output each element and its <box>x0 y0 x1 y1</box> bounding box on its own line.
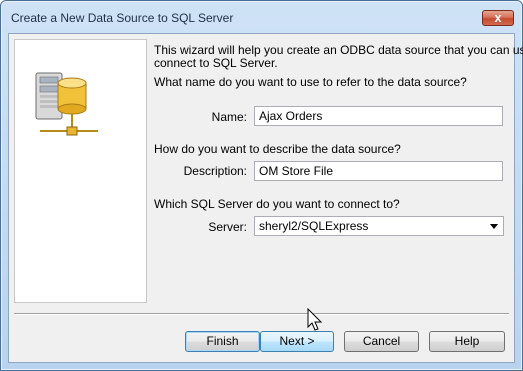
mouse-pointer-icon <box>307 307 327 332</box>
close-icon: x <box>494 10 502 25</box>
name-field[interactable]: Ajax Orders <box>254 106 503 126</box>
cancel-button[interactable]: Cancel <box>344 331 419 352</box>
chevron-down-icon[interactable] <box>487 219 501 233</box>
help-button[interactable]: Help <box>429 331 505 352</box>
close-button[interactable]: x <box>482 10 514 26</box>
intro-text-line1: This wizard will help you create an ODBC… <box>154 43 523 57</box>
separator-line <box>14 313 509 315</box>
dialog-client-area: This wizard will help you create an ODBC… <box>8 33 523 363</box>
server-combobox[interactable]: sheryl2/SQLExpress <box>254 216 504 236</box>
server-combobox-value: sheryl2/SQLExpress <box>259 219 369 233</box>
description-field-value: OM Store File <box>259 164 334 178</box>
dialog-window: Create a New Data Source to SQL Server x <box>0 0 523 371</box>
window-title: Create a New Data Source to SQL Server <box>11 11 234 25</box>
intro-text-line2: connect to SQL Server. <box>154 56 278 70</box>
description-label: Description: <box>183 164 247 178</box>
database-server-icon <box>32 65 102 145</box>
wizard-image-panel <box>14 39 147 303</box>
server-question: Which SQL Server do you want to connect … <box>154 197 400 211</box>
title-bar[interactable]: Create a New Data Source to SQL Server x <box>1 1 522 35</box>
finish-button[interactable]: Finish <box>185 331 260 352</box>
server-label: Server: <box>208 220 247 234</box>
description-field[interactable]: OM Store File <box>254 161 503 181</box>
name-question: What name do you want to use to refer to… <box>154 75 467 89</box>
description-question: How do you want to describe the data sou… <box>154 142 401 156</box>
name-field-value: Ajax Orders <box>259 109 323 123</box>
next-button[interactable]: Next > <box>260 331 334 352</box>
name-label: Name: <box>211 110 247 124</box>
